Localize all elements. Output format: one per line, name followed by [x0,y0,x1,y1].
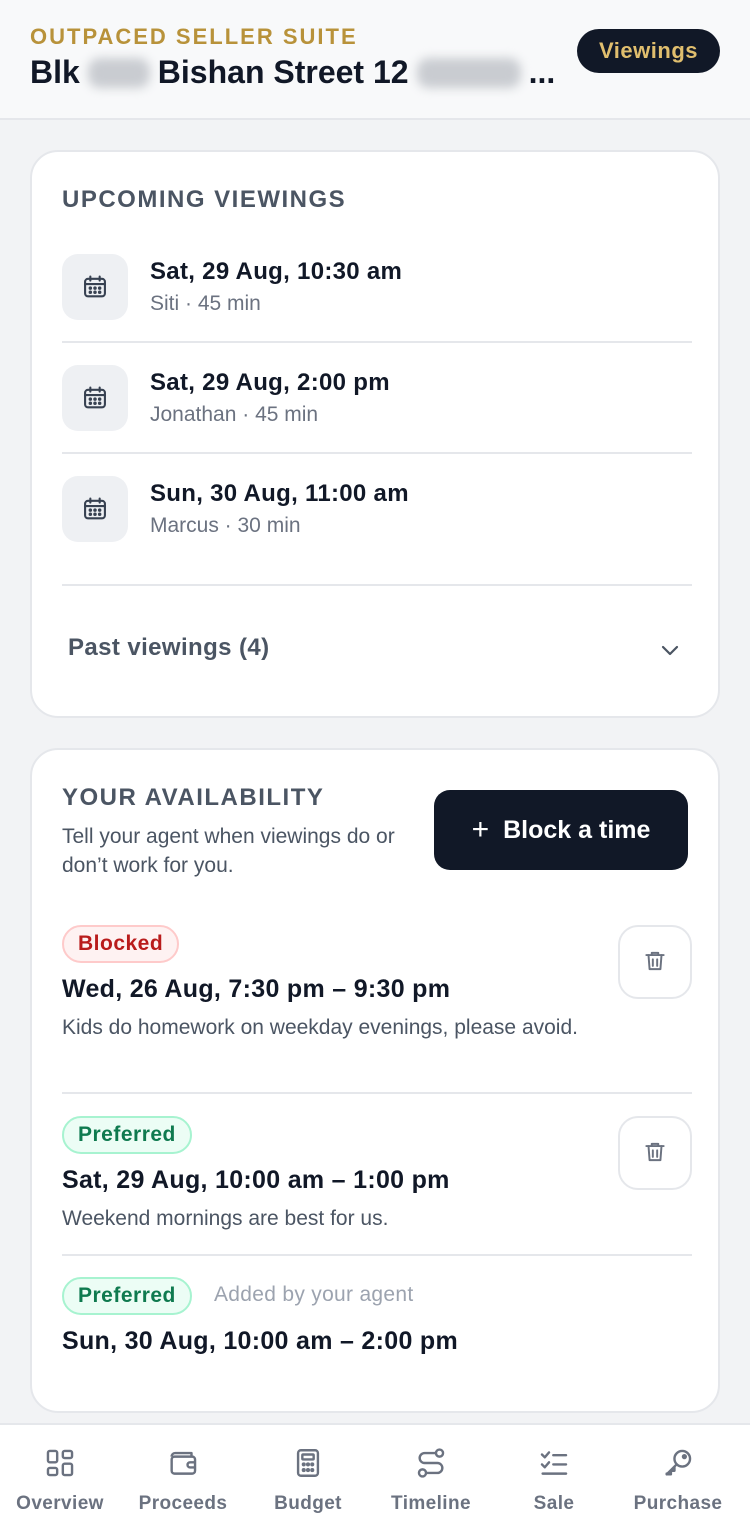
calendar-icon [62,254,128,320]
redacted-block-number [87,57,150,88]
block-a-time-label: Block a time [503,815,651,844]
plus-icon: + [471,813,490,846]
nav-label: Proceeds [138,1493,228,1514]
divider [62,584,692,586]
upcoming-viewings-title: UPCOMING VIEWINGS [62,186,347,213]
block-a-time-button[interactable]: + Block a time [434,790,688,870]
redacted-unit-number [416,57,521,88]
status-badge: Preferred [62,1116,192,1154]
brand-name: OUTPACED SELLER SUITE [30,24,358,49]
trash-icon [642,1139,668,1168]
calculator-icon [291,1443,325,1483]
delete-slot-button[interactable] [618,1116,692,1190]
chevron-down-icon [658,638,682,667]
trash-icon [642,948,668,977]
status-badge: Blocked [62,925,180,963]
slot-note: Weekend mornings are best for us. [62,1207,389,1230]
route-icon [414,1443,448,1483]
top-header: OUTPACED SELLER SUITE Blk Bishan Street … [0,0,750,120]
calendar-icon [62,476,128,542]
nav-label: Budget [274,1493,342,1514]
nav-item-timeline[interactable]: Timeline [369,1425,493,1526]
divider [62,341,692,343]
slot-datetime: Sun, 30 Aug, 10:00 am – 2:00 pm [62,1327,459,1355]
nav-label: Timeline [391,1493,471,1514]
address-ellipsis: ... [528,54,556,90]
slot-datetime: Sat, 29 Aug, 10:00 am – 1:00 pm [62,1166,450,1194]
divider [62,1254,692,1256]
viewing-datetime: Sat, 29 Aug, 10:30 am [150,258,403,285]
availability-title: YOUR AVAILABILITY [62,784,325,811]
viewing-item[interactable]: Sun, 30 Aug, 11:00 am Marcus · 30 min [62,476,692,542]
availability-slot: Preferred Added by your agent Sun, 30 Au… [62,1277,692,1357]
delete-slot-button[interactable] [618,925,692,999]
added-by-note: Added by your agent [214,1283,414,1306]
checklist-icon [537,1443,571,1483]
bottom-nav: Overview Proceeds Budget Timeline Sale P… [0,1423,750,1526]
viewing-visitor: Marcus · 30 min [150,514,301,537]
nav-label: Sale [533,1493,575,1514]
viewing-datetime: Sat, 29 Aug, 2:00 pm [150,369,390,396]
viewing-visitor: Siti · 45 min [150,292,261,315]
viewing-datetime: Sun, 30 Aug, 11:00 am [150,480,409,507]
wallet-icon [166,1443,200,1483]
address-street: Bishan Street 12 [157,54,409,90]
viewing-item[interactable]: Sat, 29 Aug, 2:00 pm Jonathan · 45 min [62,365,692,431]
viewings-button[interactable]: Viewings [577,29,720,73]
viewing-item[interactable]: Sat, 29 Aug, 10:30 am Siti · 45 min [62,254,692,320]
past-viewings-label: Past viewings (4) [68,634,270,661]
key-icon [661,1443,695,1483]
slot-datetime: Wed, 26 Aug, 7:30 pm – 9:30 pm [62,975,451,1003]
availability-card: YOUR AVAILABILITY Tell your agent when v… [30,748,720,1413]
nav-item-overview[interactable]: Overview [0,1425,122,1526]
address-prefix: Blk [30,54,80,90]
availability-slot: Preferred Sat, 29 Aug, 10:00 am – 1:00 p… [62,1116,692,1230]
divider [62,452,692,454]
nav-item-proceeds[interactable]: Proceeds [121,1425,245,1526]
nav-label: Purchase [633,1493,723,1514]
calendar-icon [62,365,128,431]
nav-item-purchase[interactable]: Purchase [616,1425,740,1526]
status-badge: Preferred [62,1277,192,1315]
upcoming-viewings-card: UPCOMING VIEWINGS Sat, 29 Aug, 10:30 am … [30,150,720,718]
property-address: Blk Bishan Street 12 ... [30,54,555,91]
viewing-visitor: Jonathan · 45 min [150,403,319,426]
nav-item-budget[interactable]: Budget [246,1425,370,1526]
availability-slot: Blocked Wed, 26 Aug, 7:30 pm – 9:30 pm K… [62,925,692,1070]
grid-icon [43,1443,77,1483]
availability-subtitle: Tell your agent when viewings do or don’… [62,825,395,877]
nav-label: Overview [16,1493,104,1514]
past-viewings-toggle[interactable]: Past viewings (4) [62,622,692,678]
nav-item-sale[interactable]: Sale [492,1425,616,1526]
slot-note: Kids do homework on weekday evenings, pl… [62,1016,578,1039]
divider [62,1092,692,1094]
